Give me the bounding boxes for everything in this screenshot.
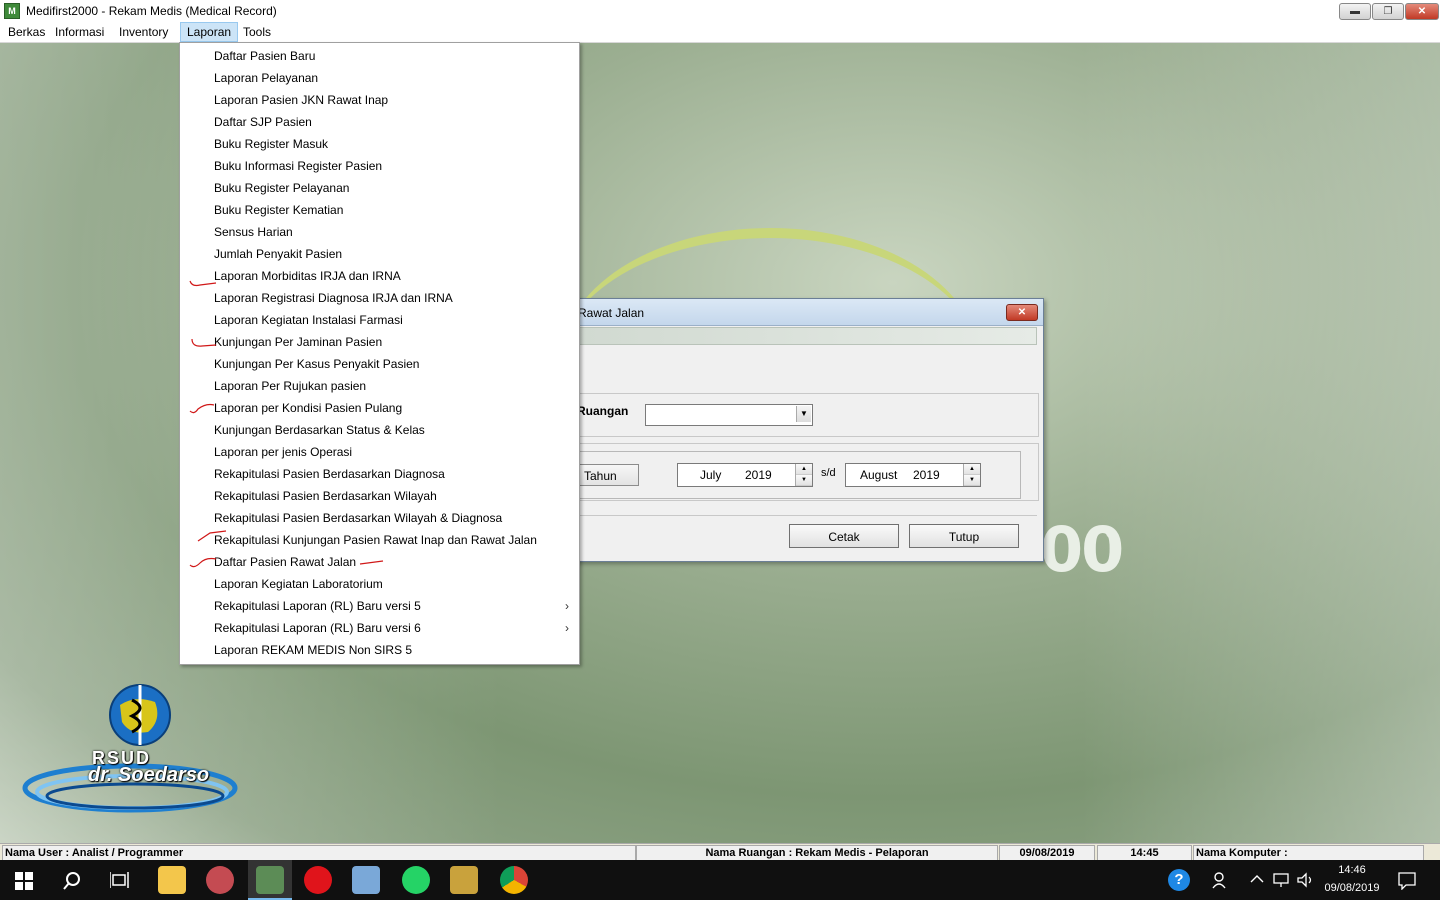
status-time: 14:45	[1097, 845, 1192, 861]
menu-berkas[interactable]: Berkas	[2, 22, 51, 42]
chevron-down-icon[interactable]: ▼	[796, 406, 811, 422]
brand-text: 00	[1040, 513, 1124, 586]
status-bar: Nama User : Analist / Programmer Nama Ru…	[0, 843, 1440, 861]
network-icon[interactable]	[1272, 872, 1290, 888]
taskbar: ? 14:46 09/08/2019	[0, 860, 1440, 900]
windows-start-icon[interactable]	[15, 872, 33, 890]
help-icon[interactable]: ?	[1168, 869, 1190, 891]
date-range-separator: s/d	[821, 467, 836, 479]
clock-date[interactable]: 09/08/2019	[1318, 882, 1386, 894]
window-title: Medifirst2000 - Rekam Medis (Medical Rec…	[26, 4, 277, 18]
cetak-button[interactable]: Cetak	[789, 524, 899, 548]
file-explorer-icon[interactable]	[158, 866, 186, 894]
dialog-title: Rawat Jalan	[578, 306, 645, 320]
status-komputer: Nama Komputer :	[1193, 845, 1424, 861]
date-from-picker[interactable]: July 2019 ▲ ▼	[677, 463, 813, 487]
tools-app-icon[interactable]	[450, 866, 478, 894]
chrome-browser-icon[interactable]	[500, 866, 528, 894]
laporan-dropdown-menu: Daftar Pasien Baru Laporan Pelayanan Lap…	[179, 42, 580, 665]
status-date: 09/08/2019	[999, 845, 1095, 861]
minimize-button[interactable]: ▬	[1339, 3, 1371, 20]
menu-inventory[interactable]: Inventory	[113, 22, 174, 42]
spin-down-icon[interactable]: ▼	[796, 475, 812, 486]
people-icon[interactable]	[1212, 871, 1230, 889]
opera-browser-icon[interactable]	[304, 866, 332, 894]
paint-app-icon[interactable]	[206, 866, 234, 894]
date-to-picker[interactable]: August 2019 ▲ ▼	[845, 463, 981, 487]
date-to-year: 2019	[913, 468, 940, 482]
ruangan-label: Ruangan	[577, 404, 629, 418]
menu-tools[interactable]: Tools	[237, 22, 277, 42]
restore-button[interactable]: ❐	[1372, 3, 1404, 20]
volume-icon[interactable]	[1296, 872, 1314, 888]
report-dialog: Rawat Jalan ✕ Ruangan ▼ Tahun July 2019 …	[540, 298, 1044, 562]
date-to-spinner[interactable]: ▲ ▼	[963, 464, 980, 486]
status-ruangan: Nama Ruangan : Rekam Medis - Pelaporan	[636, 845, 998, 861]
dialog-close-button[interactable]: ✕	[1006, 304, 1038, 321]
title-bar: M Medifirst2000 - Rekam Medis (Medical R…	[0, 0, 1440, 23]
task-view-icon[interactable]	[110, 872, 130, 890]
spin-down-icon[interactable]: ▼	[964, 475, 980, 486]
app-icon: M	[4, 3, 20, 19]
date-from-spinner[interactable]: ▲ ▼	[795, 464, 812, 486]
date-to-month: August	[860, 468, 898, 482]
search-icon[interactable]	[62, 871, 82, 891]
tutup-button[interactable]: Tutup	[909, 524, 1019, 548]
date-from-month: July	[700, 468, 722, 482]
copyright-icon: ©	[1106, 525, 1117, 541]
notes-app-icon[interactable]	[352, 866, 380, 894]
status-user: Nama User : Analist / Programmer	[2, 845, 636, 861]
close-button[interactable]: ✕	[1405, 3, 1439, 20]
spin-up-icon[interactable]: ▲	[964, 464, 980, 475]
red-annotation-marks	[189, 280, 384, 568]
whatsapp-icon[interactable]	[402, 866, 430, 894]
clock-time[interactable]: 14:46	[1318, 864, 1386, 876]
dialog-header-band	[541, 327, 1037, 345]
chevron-up-icon[interactable]	[1250, 874, 1264, 884]
date-from-year: 2019	[745, 468, 772, 482]
hospital-name-line2: dr. Soedarso	[88, 764, 210, 786]
notification-icon[interactable]	[1398, 872, 1416, 890]
ruangan-select[interactable]: ▼	[645, 404, 813, 426]
tahun-option[interactable]: Tahun	[577, 464, 639, 486]
menu-informasi[interactable]: Informasi	[49, 22, 110, 42]
dialog-title-bar: Rawat Jalan ✕	[541, 299, 1043, 326]
medifirst-app-icon[interactable]	[256, 866, 284, 894]
menu-laporan[interactable]: Laporan	[180, 22, 239, 42]
menu-bar: Berkas Informasi Inventory Laporan Tools	[0, 22, 1440, 42]
spin-up-icon[interactable]: ▲	[796, 464, 812, 475]
